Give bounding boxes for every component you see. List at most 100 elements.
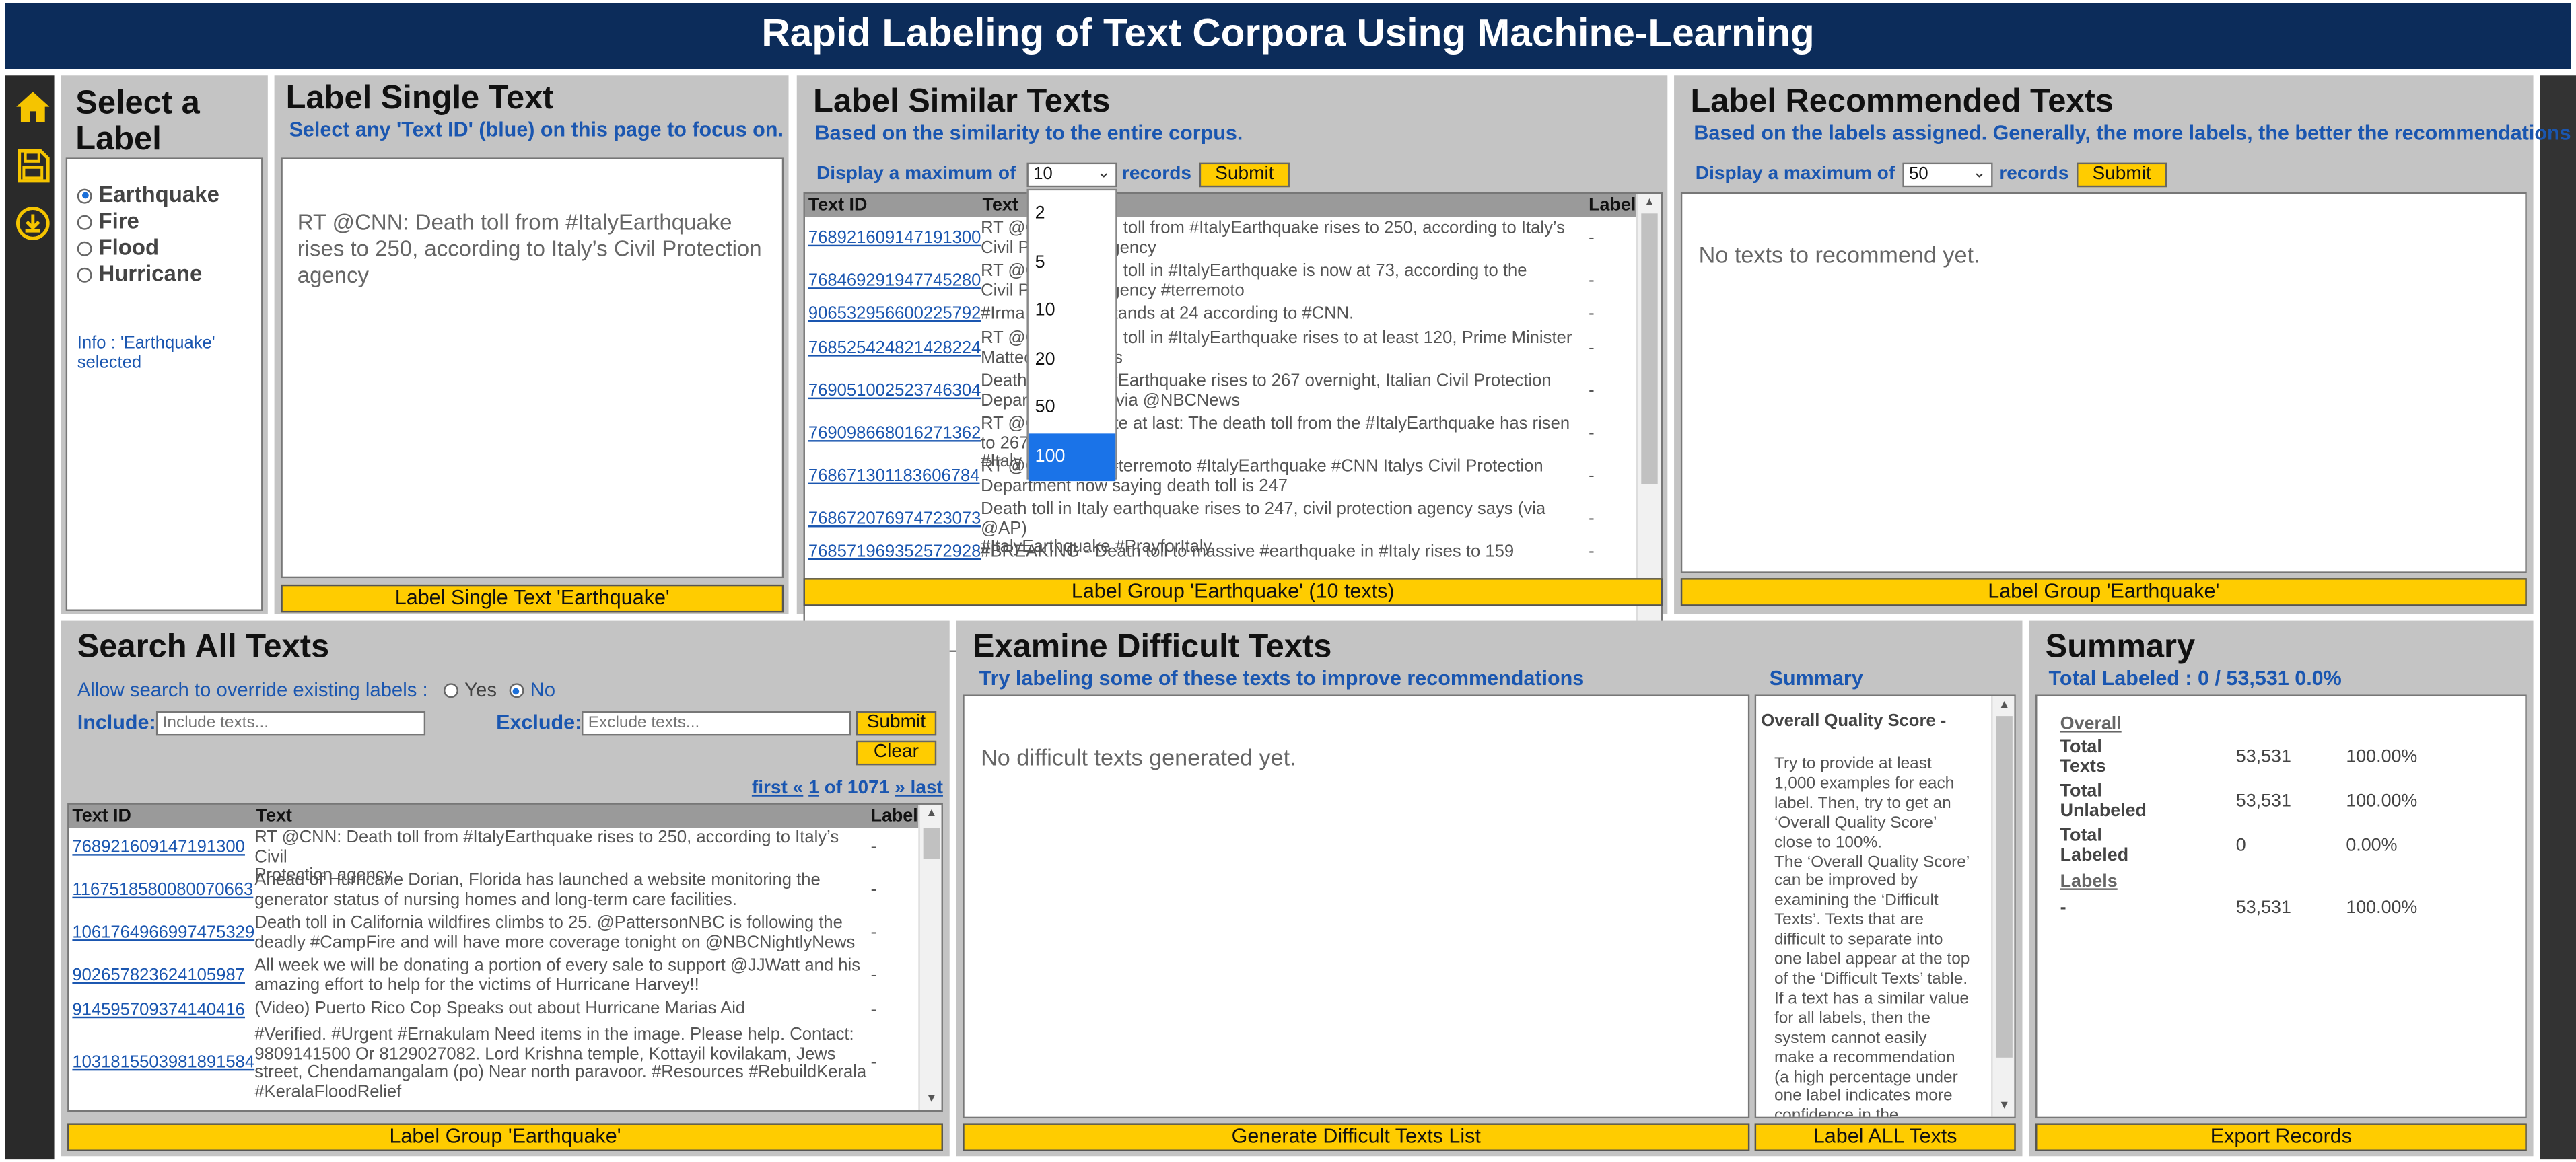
sidebar [5, 75, 55, 1160]
quality-text-line: close to 100%. [1774, 833, 1883, 852]
table-row: 768469291947745280 RT @CNN: Death toll in… [805, 261, 1635, 303]
quality-text-line: confidence in the [1774, 1107, 1899, 1119]
quality-text-line: label. Then, try to get an [1774, 794, 1951, 813]
radio-icon[interactable] [77, 267, 92, 283]
label-option-fire[interactable]: Fire [77, 209, 219, 235]
similar-display-suffix: records [1121, 164, 1191, 184]
text-id-link[interactable]: 906532956600225792 [808, 305, 981, 324]
exclude-input[interactable] [582, 711, 851, 736]
text-id-link[interactable]: 768469291947745280 [808, 272, 981, 291]
search-scrollbar[interactable]: ▲ ▼ [918, 804, 942, 1110]
dropdown-option[interactable]: 10 [1029, 287, 1115, 335]
summary-row-count: 53,531 [2235, 747, 2291, 767]
dropdown-option[interactable]: 2 [1029, 190, 1115, 238]
summary-row-name: Total Texts [2060, 737, 2106, 777]
recommended-display-suffix: records [1999, 164, 2069, 184]
save-icon[interactable] [15, 148, 51, 184]
dropdown-option[interactable]: 5 [1029, 239, 1115, 287]
single-text-panel: Label Single Text Select any 'Text ID' (… [274, 75, 789, 614]
summary-row-count: 0 [2235, 836, 2246, 856]
text-id-link[interactable]: 1167518580080070663 [72, 881, 253, 900]
text-id-link[interactable]: 769051002523746304 [808, 382, 981, 402]
pager-first-link[interactable]: first « [752, 778, 803, 798]
text-id-link[interactable]: 914595709374140416 [72, 1001, 245, 1021]
summary-title: Summary [2045, 628, 2196, 665]
text-id-link[interactable]: 1061764966997475329 [72, 923, 254, 943]
row-label: - [1589, 270, 1595, 291]
override-yes-radio[interactable] [443, 684, 458, 699]
search-table-header: Text ID Text Label [69, 804, 919, 828]
text-id-link[interactable]: 769098668016271362 [808, 425, 981, 444]
text-id-link[interactable]: 768571969352572928 [808, 543, 981, 562]
recommended-subtitle: Based on the labels assigned. Generally,… [1694, 121, 2571, 145]
radio-icon[interactable] [77, 215, 92, 230]
search-submit-button[interactable]: Submit [856, 711, 937, 736]
download-icon[interactable] [15, 205, 51, 242]
row-text: #BREAKING - Death toll to massive #earth… [981, 542, 1515, 562]
row-text: Death toll in California wildfires climb… [254, 913, 856, 952]
row-label: - [1589, 228, 1595, 248]
text-id-link[interactable]: 768671301183606784 [808, 467, 980, 487]
pager-page-link[interactable]: 1 [808, 778, 819, 798]
row-label: - [870, 922, 877, 943]
dropdown-option[interactable]: 50 [1029, 384, 1115, 432]
text-id-link[interactable]: 902657823624105987 [72, 966, 245, 986]
similar-max-select[interactable]: 10 ⌄ [1026, 162, 1117, 188]
label-count: 53,531 [2235, 898, 2291, 918]
table-row: 1061764966997475329 Death toll in Califor… [69, 914, 915, 952]
row-label: - [1589, 542, 1595, 562]
include-input[interactable] [155, 711, 426, 736]
table-row: 768921609147191300 RT @CNN: Death toll fr… [69, 828, 915, 885]
recommended-label-group-button[interactable]: Label Group 'Earthquake' [1680, 578, 2527, 606]
table-row: 914595709374140416 (Video) Puerto Rico Co… [69, 999, 915, 1021]
similar-submit-button[interactable]: Submit [1199, 162, 1290, 188]
summary-panel: Summary Total Labeled : 0 / 53,531 0.0% … [2029, 620, 2534, 1157]
table-row: 768672076974723073 Death toll in Italy ea… [805, 499, 1635, 556]
text-id-link[interactable]: 768672076974723073 [808, 510, 981, 530]
quality-scrollbar[interactable]: ▲ ▼ [1991, 696, 2015, 1117]
quality-text-line: Texts’. Texts that are [1774, 912, 1924, 931]
summary-row-pct: 0.00% [2346, 836, 2398, 856]
row-label: - [870, 1000, 877, 1020]
pager-last-link[interactable]: » last [895, 778, 943, 798]
pager-of: of 1071 [824, 778, 890, 799]
quality-text-line: can be improved by [1774, 873, 1918, 891]
dropdown-option[interactable]: 100 [1028, 433, 1116, 480]
recommended-max-select[interactable]: 50 ⌄ [1902, 162, 1993, 188]
chevron-down-icon: ⌄ [1096, 164, 1111, 182]
similar-subtitle: Based on the similarity to the entire co… [814, 121, 1243, 145]
recommended-submit-button[interactable]: Submit [2077, 162, 2167, 188]
app-title: Rapid Labeling of Text Corpora Using Mac… [761, 11, 1815, 56]
label-option-flood[interactable]: Flood [77, 235, 219, 261]
similar-label-group-button[interactable]: Label Group 'Earthquake' (10 texts) [803, 578, 1663, 606]
label-all-button[interactable]: Label ALL Texts [1754, 1123, 2016, 1151]
similar-max-dropdown-list: 2 5 10 20 50 100 [1026, 188, 1117, 480]
label-options-box: Earthquake Fire Flood Hurricane Info : '… [65, 157, 263, 611]
quality-text-line: system cannot easily [1774, 1029, 1927, 1048]
text-id-link[interactable]: 768525424821428224 [808, 339, 981, 359]
include-label: Include: [77, 711, 156, 734]
table-row: 768921609147191300 RT @CNN: Death toll fr… [805, 219, 1635, 261]
recommended-title: Label Recommended Texts [1690, 83, 2114, 120]
text-id-link[interactable]: 768921609147191300 [72, 838, 245, 858]
radio-icon[interactable] [77, 241, 92, 256]
label-option-hurricane[interactable]: Hurricane [77, 261, 219, 287]
search-label-group-button[interactable]: Label Group 'Earthquake' [67, 1123, 943, 1151]
search-clear-button[interactable]: Clear [856, 740, 937, 766]
difficult-title: Examine Difficult Texts [972, 628, 1332, 665]
text-id-link[interactable]: 1031815503981891584 [72, 1054, 254, 1074]
row-label: - [1589, 303, 1595, 324]
search-table: Text ID Text Label 768921609147191300 RT … [67, 803, 943, 1112]
label-option-earthquake[interactable]: Earthquake [77, 182, 219, 209]
radio-icon[interactable] [77, 188, 92, 204]
generate-difficult-button[interactable]: Generate Difficult Texts List [963, 1123, 1750, 1151]
override-no-radio[interactable] [508, 684, 524, 699]
text-id-link[interactable]: 768921609147191300 [808, 229, 981, 249]
label-single-text-button[interactable]: Label Single Text 'Earthquake' [281, 584, 784, 613]
dropdown-option[interactable]: 20 [1029, 336, 1115, 384]
quality-text-line: If a text has a similar value [1774, 990, 1969, 1009]
labels-heading: Labels [2060, 872, 2118, 892]
export-records-button[interactable]: Export Records [2035, 1123, 2527, 1151]
home-icon[interactable] [15, 89, 51, 125]
quality-text-line: of the ‘Difficult Texts’ table. [1774, 970, 1968, 989]
